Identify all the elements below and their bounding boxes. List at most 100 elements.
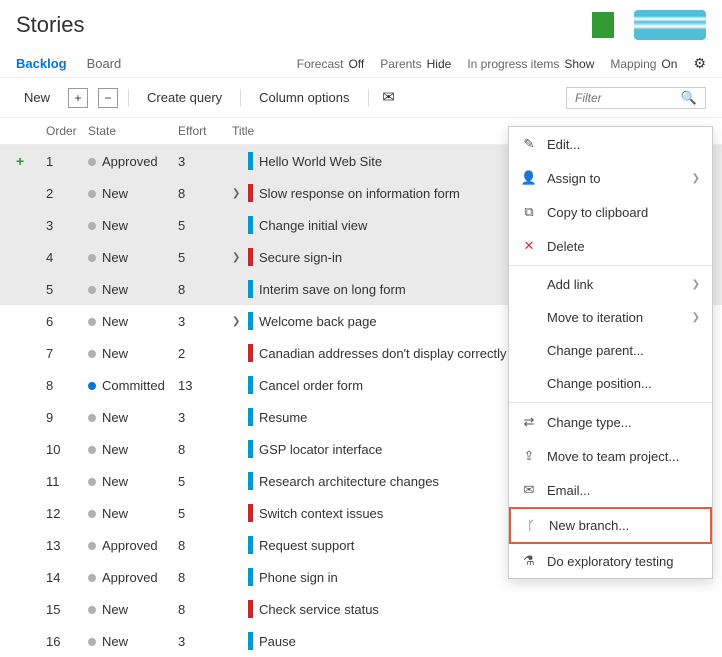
type-bar-icon (248, 536, 253, 554)
menu-add-link[interactable]: Add link❯ (509, 268, 712, 301)
menu-edit[interactable]: ✎Edit... (509, 127, 712, 161)
cell-title[interactable]: Change initial view (232, 216, 546, 234)
cell-state: New (88, 474, 178, 489)
cell-order: 9 (46, 410, 88, 425)
menu-move-iteration[interactable]: Move to iteration❯ (509, 301, 712, 334)
person-icon: 👤 (521, 170, 537, 186)
cell-order: 12 (46, 506, 88, 521)
cell-effort: 8 (178, 282, 232, 297)
cell-state: New (88, 442, 178, 457)
cell-title[interactable]: Research architecture changes (232, 472, 546, 490)
mail-icon[interactable]: ✉ (379, 88, 399, 108)
state-dot-icon (88, 638, 96, 646)
cell-title[interactable]: Canadian addresses don't display correct… (232, 344, 546, 362)
cell-effort: 5 (178, 250, 232, 265)
add-icon[interactable]: + (68, 88, 88, 108)
filter-box[interactable]: 🔍 (566, 87, 706, 109)
cell-state: Committed (88, 378, 178, 393)
cell-order: 7 (46, 346, 88, 361)
type-bar-icon (248, 152, 253, 170)
cell-title[interactable]: Pause (232, 632, 546, 650)
cell-effort: 5 (178, 506, 232, 521)
menu-exploratory-testing[interactable]: ⚗Do exploratory testing (509, 544, 712, 578)
cell-title[interactable]: ❯Welcome back page (232, 312, 546, 330)
new-button[interactable]: New (16, 86, 58, 109)
table-row[interactable]: 16New3Pause (0, 625, 722, 657)
menu-change-position[interactable]: Change position... (509, 367, 712, 400)
cell-title[interactable]: GSP locator interface (232, 440, 546, 458)
cell-order: 1 (46, 154, 88, 169)
menu-new-branch[interactable]: ᚴNew branch... (509, 507, 712, 544)
burndown-chart-icon[interactable] (634, 10, 706, 40)
cell-order: 2 (46, 186, 88, 201)
cell-title[interactable]: Switch context issues (232, 504, 546, 522)
remove-icon[interactable]: − (98, 88, 118, 108)
cell-title[interactable]: ❯Slow response on information form (232, 184, 546, 202)
menu-move-team-project[interactable]: ⇪Move to team project... (509, 439, 712, 473)
menu-email[interactable]: ✉Email... (509, 473, 712, 507)
create-query-button[interactable]: Create query (139, 86, 230, 109)
state-dot-icon (88, 254, 96, 262)
type-bar-icon (248, 504, 253, 522)
tab-board[interactable]: Board (87, 50, 122, 77)
cell-title[interactable]: ❯Secure sign-in (232, 248, 546, 266)
state-dot-icon (88, 510, 96, 518)
toggle-mapping[interactable]: MappingOn (610, 57, 677, 71)
work-item-title: Change initial view (259, 218, 367, 233)
toggle-parents[interactable]: ParentsHide (380, 57, 451, 71)
state-dot-icon (88, 446, 96, 454)
move-icon: ⇪ (521, 448, 537, 464)
menu-copy-clipboard[interactable]: ⧉Copy to clipboard (509, 195, 712, 229)
col-title[interactable]: Title (232, 124, 546, 138)
cell-title[interactable]: Resume (232, 408, 546, 426)
tab-backlog[interactable]: Backlog (16, 50, 67, 77)
filter-input[interactable] (575, 91, 681, 105)
state-dot-icon (88, 222, 96, 230)
work-item-title: Pause (259, 634, 296, 649)
cell-effort: 3 (178, 154, 232, 169)
flask-icon: ⚗ (521, 553, 537, 569)
state-dot-icon (88, 190, 96, 198)
state-dot-icon (88, 350, 96, 358)
cell-state: New (88, 346, 178, 361)
cell-effort: 13 (178, 378, 232, 393)
menu-assign-to[interactable]: 👤Assign to❯ (509, 161, 712, 195)
work-item-title: Request support (259, 538, 354, 553)
menu-separator (509, 402, 712, 403)
cell-title[interactable]: Check service status (232, 600, 546, 618)
menu-change-parent[interactable]: Change parent... (509, 334, 712, 367)
col-order[interactable]: Order (46, 124, 88, 138)
chevron-right-icon: ❯ (692, 173, 700, 184)
col-state[interactable]: State (88, 124, 178, 138)
mail-icon: ✉ (521, 482, 537, 498)
table-row[interactable]: 15New8Check service status (0, 593, 722, 625)
cell-title[interactable]: Phone sign in (232, 568, 546, 586)
add-row-icon[interactable]: + (16, 153, 24, 169)
cell-order: 15 (46, 602, 88, 617)
header-graphics (592, 10, 706, 40)
cell-effort: 3 (178, 634, 232, 649)
chevron-right-icon[interactable]: ❯ (232, 252, 242, 263)
menu-delete[interactable]: ✕Delete (509, 229, 712, 263)
type-bar-icon (248, 248, 253, 266)
cell-effort: 3 (178, 314, 232, 329)
cell-state: New (88, 410, 178, 425)
chevron-right-icon[interactable]: ❯ (232, 188, 242, 199)
separator (240, 89, 241, 107)
cell-title[interactable]: Interim save on long form (232, 280, 546, 298)
work-item-title: Switch context issues (259, 506, 383, 521)
page-title: Stories (16, 12, 84, 38)
work-item-title: Cancel order form (259, 378, 363, 393)
toggle-inprogress[interactable]: In progress itemsShow (467, 57, 594, 71)
column-options-button[interactable]: Column options (251, 86, 357, 109)
cell-title[interactable]: Request support (232, 536, 546, 554)
cell-order: 16 (46, 634, 88, 649)
col-effort[interactable]: Effort (178, 124, 232, 138)
cell-effort: 2 (178, 346, 232, 361)
cell-title[interactable]: Hello World Web Site (232, 152, 546, 170)
chevron-right-icon[interactable]: ❯ (232, 316, 242, 327)
cell-title[interactable]: Cancel order form (232, 376, 546, 394)
menu-change-type[interactable]: ⇄Change type... (509, 405, 712, 439)
toggle-forecast[interactable]: ForecastOff (297, 57, 364, 71)
gear-icon[interactable]: ⚙ (693, 55, 706, 72)
